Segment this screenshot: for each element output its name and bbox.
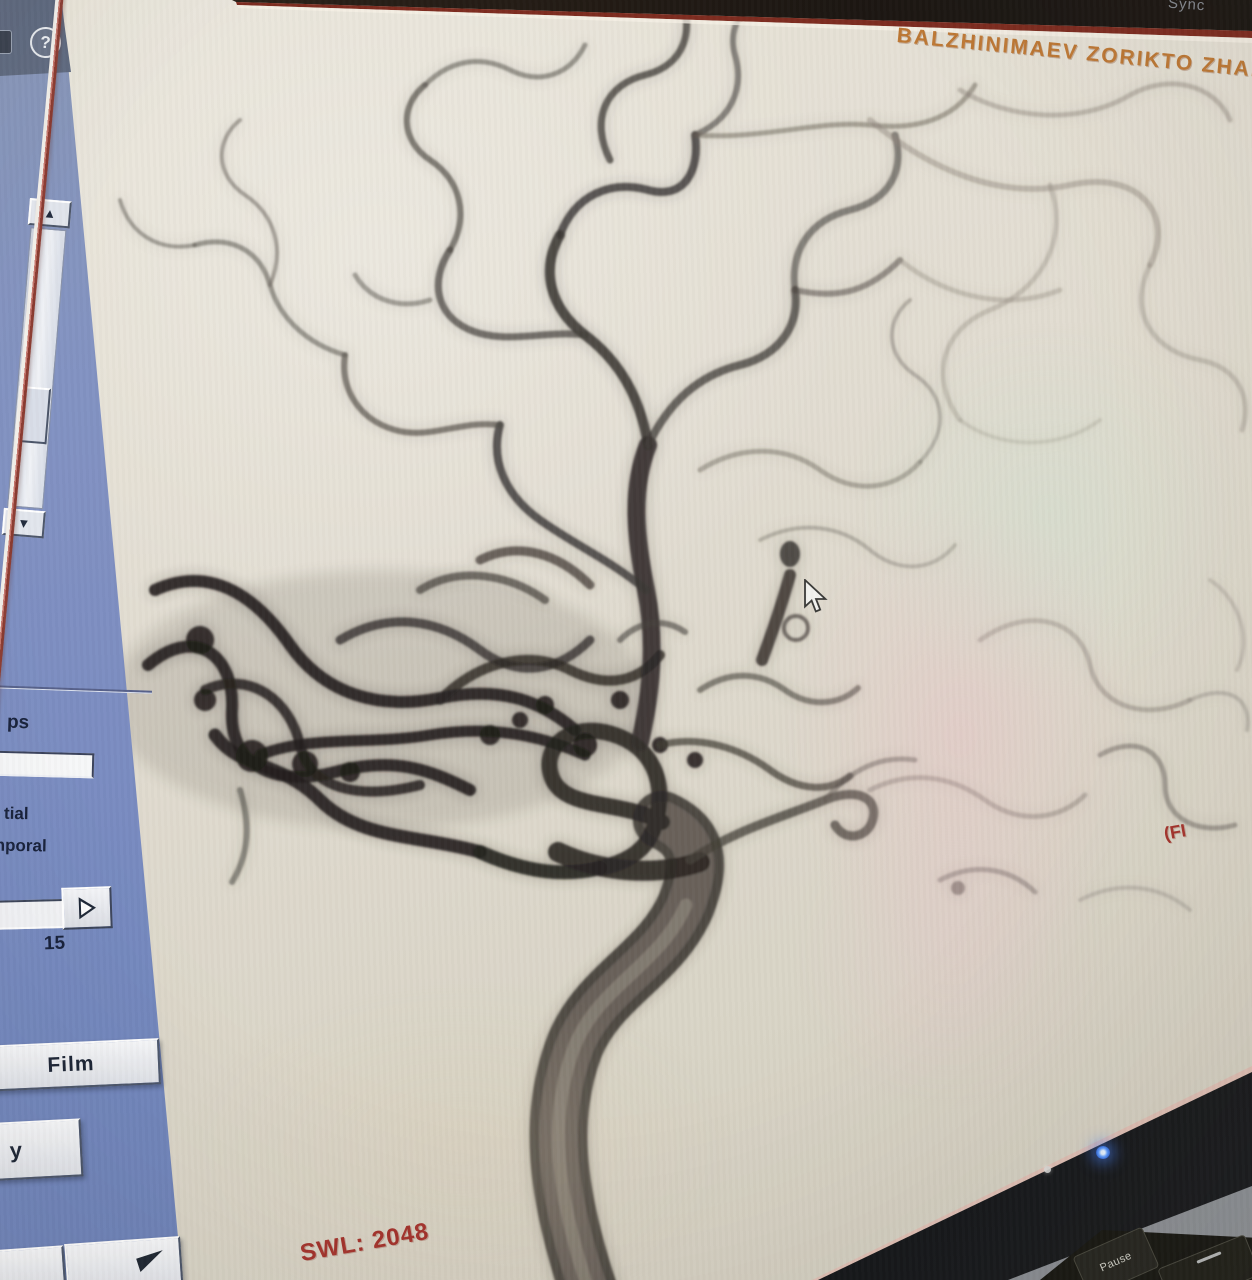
fps-label-fragment: ps (7, 712, 30, 735)
filter-option-temporal-fragment[interactable]: mporal (0, 836, 47, 857)
arrow-mark-icon (136, 1250, 167, 1272)
sidebar-progress-bar[interactable] (0, 751, 94, 779)
partial-button[interactable]: y (0, 1118, 83, 1183)
play-arrow-icon (78, 897, 96, 920)
toolbar-partial-icon[interactable] (0, 30, 12, 54)
bottom-small-button-2[interactable] (64, 1236, 183, 1280)
filter-option-spatial-fragment[interactable]: tial (4, 804, 29, 824)
angiogram-vessels-image (0, 0, 1252, 1280)
film-button[interactable]: Film (0, 1038, 161, 1092)
frame-rate-value: 15 (44, 933, 66, 956)
bottom-small-button-1[interactable] (0, 1245, 67, 1280)
study-info-overlay: AN2 Dec 1 11 (1177, 151, 1252, 248)
play-button[interactable] (61, 886, 112, 930)
film-fragment-overlay: (FI (1162, 820, 1187, 845)
titlebar-text-fragment: Sync (1167, 0, 1205, 14)
bezel-indicator-dot (1044, 1166, 1051, 1173)
screen-photo: Sync ? ▲ ▼ ps tial mporal 15 Film y BALZ… (0, 0, 1252, 1280)
mouse-cursor (803, 579, 831, 613)
power-led (1096, 1146, 1110, 1159)
frame-rate-slider[interactable] (0, 899, 64, 930)
